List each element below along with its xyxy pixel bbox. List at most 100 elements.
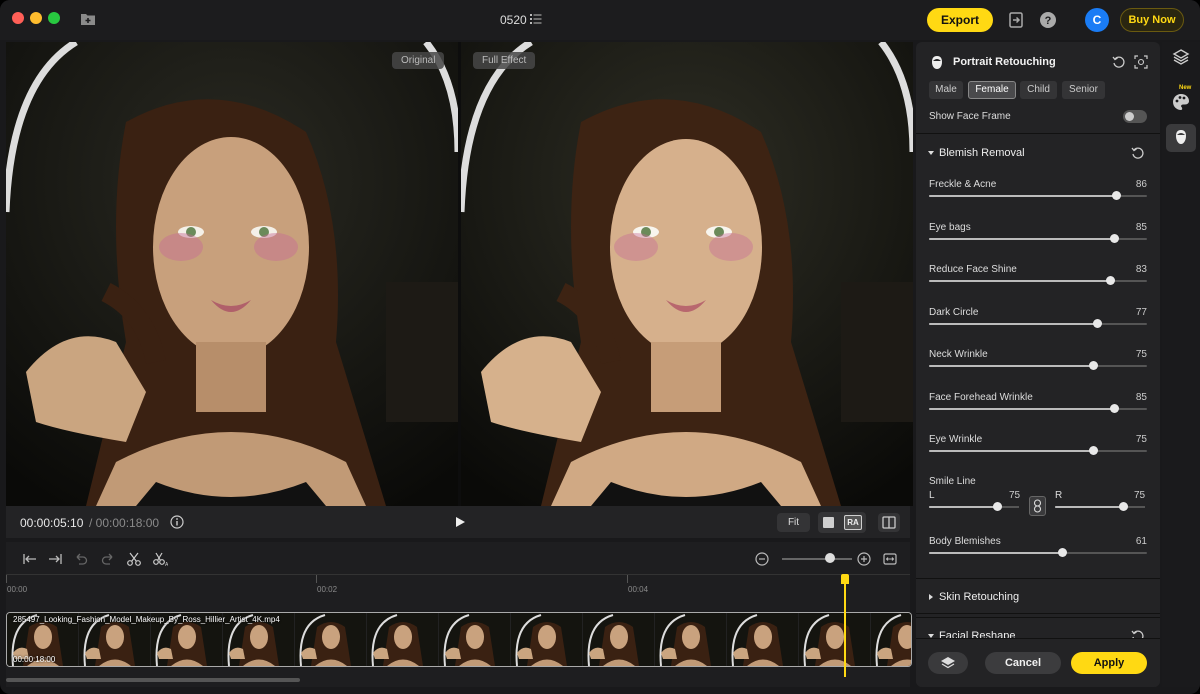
- show-face-frame-toggle[interactable]: [1123, 110, 1147, 123]
- ai-cut-icon[interactable]: AI: [152, 551, 168, 567]
- link-sliders-button[interactable]: [1029, 496, 1046, 516]
- clip-thumbnail: [511, 613, 583, 666]
- smile-right-slider[interactable]: [1055, 502, 1145, 511]
- zoom-slider-track[interactable]: [782, 558, 852, 560]
- export-button[interactable]: Export: [927, 8, 993, 32]
- ra-view-button[interactable]: RA: [844, 515, 862, 530]
- project-list-icon[interactable]: [530, 13, 542, 25]
- slider-knob[interactable]: [1105, 276, 1115, 285]
- view-mode-group: RA: [818, 512, 866, 533]
- slider-knob[interactable]: [1110, 404, 1120, 413]
- slider-row: Freckle & Acne 86: [916, 179, 1160, 221]
- cut-icon[interactable]: [126, 551, 142, 567]
- palette-icon[interactable]: [1171, 92, 1191, 112]
- clip-thumbnail: [655, 613, 727, 666]
- slider-value: 83: [1135, 264, 1147, 275]
- slider-label: Dark Circle: [929, 307, 979, 318]
- clip-thumbnail: [583, 613, 655, 666]
- info-icon[interactable]: [170, 515, 184, 529]
- slider-label: Reduce Face Shine: [929, 264, 1017, 275]
- caret-down-icon: [928, 151, 934, 155]
- project-title: 0520: [500, 13, 527, 27]
- fit-timeline-icon[interactable]: [882, 551, 898, 567]
- portrait-tool-button[interactable]: [1166, 124, 1196, 152]
- panel-title: Portrait Retouching: [953, 56, 1056, 68]
- timeline: AI 00:00 00:02 00:04 285497_Looking_Fash…: [6, 542, 912, 687]
- slider-label: Body Blemishes: [929, 536, 1001, 547]
- ruler-tick: [316, 575, 317, 583]
- slider-track[interactable]: [929, 191, 1147, 200]
- slider-track[interactable]: [929, 361, 1147, 370]
- preset-male[interactable]: Male: [929, 81, 963, 99]
- slider-knob[interactable]: [1110, 234, 1120, 243]
- slider-knob[interactable]: [1057, 548, 1067, 557]
- clip-thumbnail: [295, 613, 367, 666]
- redo-icon[interactable]: [100, 551, 116, 567]
- video-clip[interactable]: 285497_Looking_Fashion_Model_Makeup_By_R…: [6, 612, 912, 667]
- slider-knob[interactable]: [1092, 319, 1102, 328]
- link-icon: [1033, 499, 1042, 513]
- slider-track[interactable]: [929, 446, 1147, 455]
- slider-value: 61: [1135, 536, 1147, 547]
- fit-button[interactable]: Fit: [777, 513, 810, 532]
- preset-senior[interactable]: Senior: [1062, 81, 1105, 99]
- minimize-window-button[interactable]: [30, 12, 42, 24]
- preset-child[interactable]: Child: [1020, 81, 1057, 99]
- clip-thumbnail: [367, 613, 439, 666]
- playback-controls: 00:00:05:10 / 00:00:18:00 Fit RA: [6, 506, 910, 538]
- slider-row: Eye bags 85: [916, 222, 1160, 264]
- trim-start-icon[interactable]: [22, 551, 38, 567]
- help-icon[interactable]: ?: [1039, 11, 1057, 29]
- slider-value: 75: [1135, 434, 1147, 445]
- slider-knob[interactable]: [1118, 502, 1128, 511]
- slider-track[interactable]: [929, 319, 1147, 328]
- slider-value: 77: [1135, 307, 1147, 318]
- zoom-slider-knob[interactable]: [825, 553, 835, 563]
- layers-icon[interactable]: [1171, 47, 1191, 67]
- slider-track[interactable]: [929, 276, 1147, 285]
- slider-knob[interactable]: [1088, 446, 1098, 455]
- reset-icon[interactable]: [1112, 55, 1126, 69]
- apply-button[interactable]: Apply: [1071, 652, 1147, 674]
- reset-icon[interactable]: [1131, 146, 1145, 160]
- slider-knob[interactable]: [1112, 191, 1122, 200]
- slider-knob[interactable]: [992, 502, 1002, 511]
- zoom-out-icon[interactable]: [754, 551, 770, 567]
- buy-now-button[interactable]: Buy Now: [1120, 8, 1184, 32]
- slider-track[interactable]: [929, 234, 1147, 243]
- panel-header: Portrait Retouching Male Female Child Se…: [916, 42, 1160, 134]
- slider-knob[interactable]: [1088, 361, 1098, 370]
- show-face-frame-label: Show Face Frame: [929, 111, 1011, 122]
- undo-icon[interactable]: [73, 551, 89, 567]
- user-avatar[interactable]: C: [1085, 8, 1109, 32]
- blemish-removal-header[interactable]: Blemish Removal: [916, 135, 1160, 172]
- portrait-retouching-panel: Portrait Retouching Male Female Child Se…: [916, 42, 1160, 687]
- compare-layers-button[interactable]: [928, 652, 968, 674]
- import-icon[interactable]: [1007, 11, 1025, 29]
- playhead[interactable]: [844, 574, 846, 677]
- play-icon[interactable]: [454, 516, 466, 528]
- app-window: 0520 Export ? C Buy Now Original Full Ef…: [0, 0, 1200, 694]
- slider-label: Freckle & Acne: [929, 179, 997, 190]
- single-view-button[interactable]: [823, 517, 834, 528]
- slider-track[interactable]: [929, 404, 1147, 413]
- smile-left-slider[interactable]: [929, 502, 1019, 511]
- slider-row: Neck Wrinkle 75: [916, 349, 1160, 391]
- caret-right-icon: [929, 594, 933, 600]
- split-view-icon[interactable]: [878, 513, 900, 532]
- trim-end-icon[interactable]: [47, 551, 63, 567]
- maximize-window-button[interactable]: [48, 12, 60, 24]
- panel-footer: Cancel Apply: [916, 638, 1160, 687]
- cancel-button[interactable]: Cancel: [985, 652, 1061, 674]
- timeline-scrollbar[interactable]: [6, 678, 300, 682]
- face-detect-icon[interactable]: [1134, 55, 1148, 69]
- slider-label: Neck Wrinkle: [929, 349, 988, 360]
- slider-track[interactable]: [929, 548, 1147, 557]
- close-window-button[interactable]: [12, 12, 24, 24]
- time-ruler[interactable]: 00:00 00:02 00:04: [6, 574, 910, 596]
- zoom-in-icon[interactable]: [856, 551, 872, 567]
- skin-retouching-header[interactable]: Skin Retouching: [916, 578, 1160, 614]
- preset-female[interactable]: Female: [968, 81, 1016, 99]
- new-project-icon[interactable]: [80, 11, 96, 26]
- slider-fill: [929, 323, 1097, 325]
